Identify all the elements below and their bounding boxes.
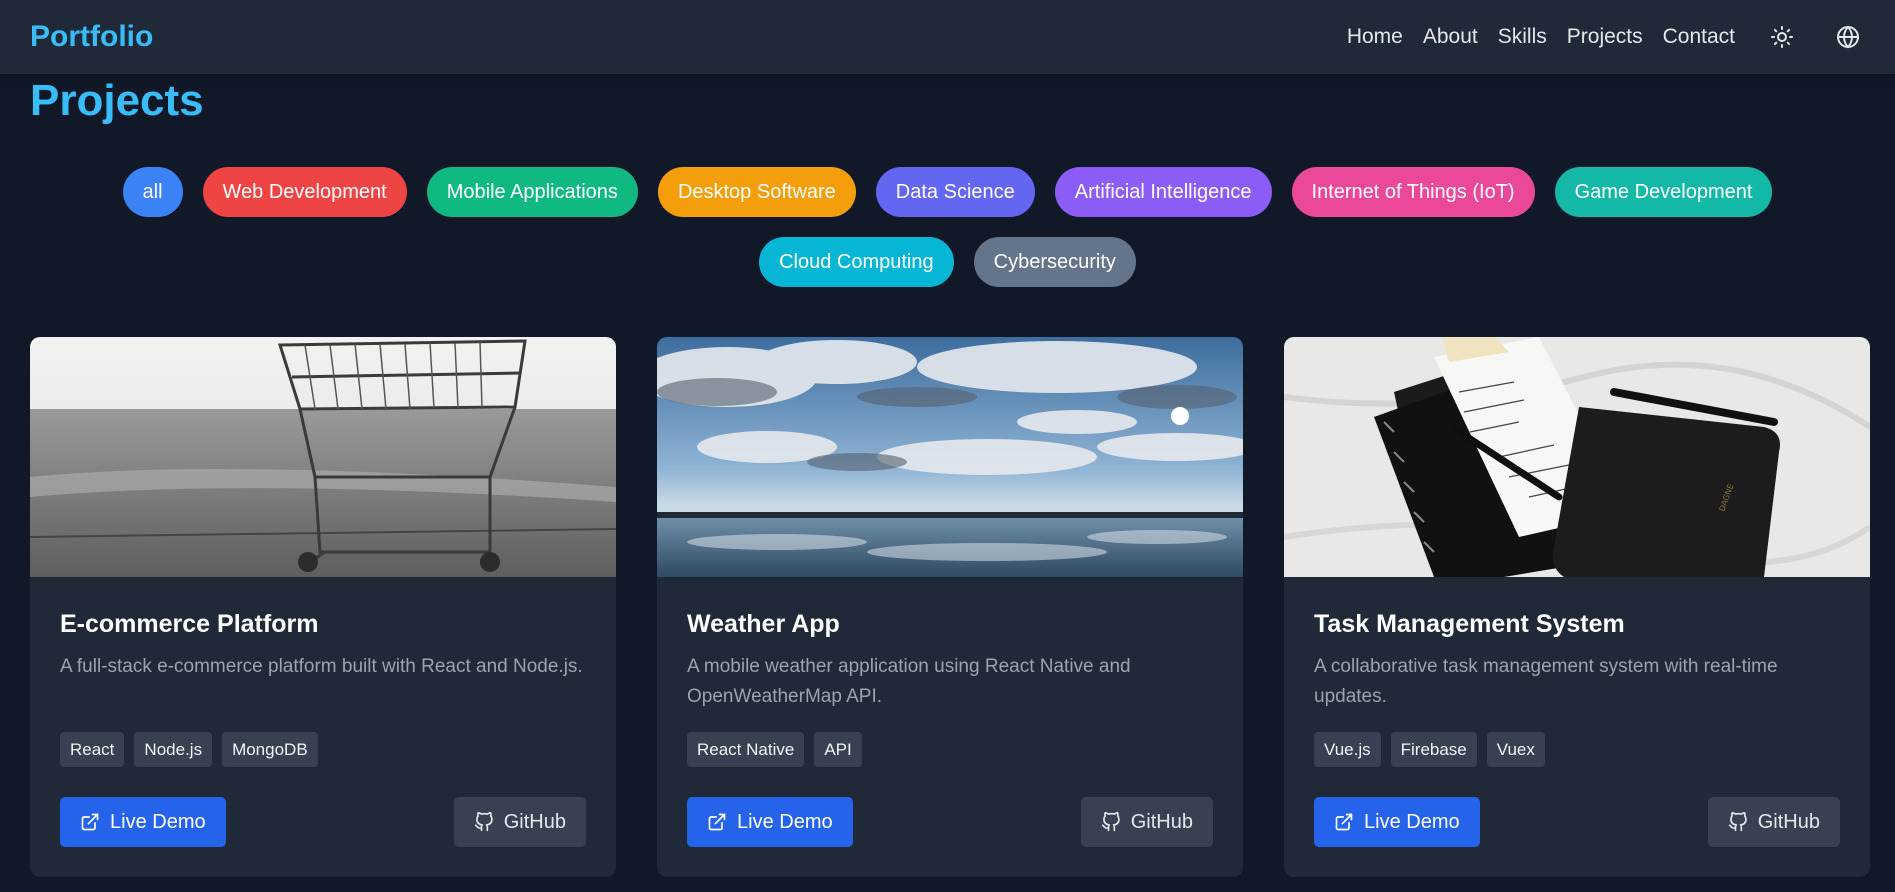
project-card: DAGNE Task Management System A collabora… [1284, 337, 1870, 877]
card-actions: Live Demo GitHub [1314, 797, 1840, 847]
filter-cloud-computing[interactable]: Cloud Computing [759, 237, 954, 287]
filter-cybersecurity[interactable]: Cybersecurity [973, 237, 1136, 287]
card-body: Task Management System A collaborative t… [1284, 577, 1870, 767]
tech-tags: Vue.js Firebase Vuex [1314, 732, 1840, 767]
github-icon [1101, 812, 1120, 832]
filter-data-science[interactable]: Data Science [875, 167, 1035, 217]
github-icon [474, 812, 493, 832]
category-filters: all Web Development Mobile Applications … [60, 167, 1835, 287]
live-demo-button[interactable]: Live Demo [60, 797, 226, 847]
tech-tag: Vue.js [1314, 732, 1381, 767]
tech-tag: Node.js [134, 732, 213, 767]
filter-mobile-applications[interactable]: Mobile Applications [426, 167, 638, 217]
nav-link-projects[interactable]: Projects [1567, 25, 1643, 49]
project-image-shopping-cart [30, 337, 616, 577]
project-title: E-commerce Platform [60, 610, 319, 638]
filter-all[interactable]: all [122, 167, 183, 217]
live-demo-label: Live Demo [1364, 810, 1460, 833]
card-body: E-commerce Platform A full-stack e-comme… [30, 577, 616, 767]
github-label: GitHub [503, 810, 566, 833]
filter-iot[interactable]: Internet of Things (IoT) [1291, 167, 1535, 217]
nav-link-home[interactable]: Home [1347, 25, 1403, 49]
tech-tag: Vuex [1486, 732, 1545, 767]
github-label: GitHub [1130, 810, 1193, 833]
project-title: Weather App [687, 610, 840, 638]
tech-tags: React Native API [687, 732, 1213, 767]
card-actions: Live Demo GitHub [687, 797, 1213, 847]
project-title: Task Management System [1314, 610, 1625, 638]
tech-tag: MongoDB [222, 732, 318, 767]
tech-tag: API [814, 732, 862, 767]
sun-icon [1771, 26, 1793, 48]
filter-game-development[interactable]: Game Development [1554, 167, 1773, 217]
section-title: Projects [30, 76, 204, 125]
nav-right: Home About Skills Projects Contact [1347, 20, 1865, 54]
project-image-notebooks: DAGNE [1284, 337, 1870, 577]
live-demo-button[interactable]: Live Demo [1314, 797, 1480, 847]
project-card: E-commerce Platform A full-stack e-comme… [30, 337, 616, 877]
card-actions: Live Demo GitHub [60, 797, 586, 847]
theme-toggle-button[interactable] [1765, 20, 1799, 54]
tech-tag: Firebase [1390, 732, 1477, 767]
external-link-icon [81, 813, 99, 831]
nav-link-about[interactable]: About [1423, 25, 1478, 49]
project-description: A collaborative task management system w… [1314, 656, 1778, 707]
github-button[interactable]: GitHub [1080, 797, 1213, 847]
github-icon [1728, 812, 1747, 832]
external-link-icon [708, 813, 726, 831]
tech-tag: React [60, 732, 125, 767]
filter-desktop-software[interactable]: Desktop Software [657, 167, 856, 217]
tech-tags: React Node.js MongoDB [60, 732, 586, 767]
project-description: A mobile weather application using React… [687, 656, 1131, 707]
tech-tag: React Native [687, 732, 805, 767]
filter-artificial-intelligence[interactable]: Artificial Intelligence [1054, 167, 1272, 217]
filter-web-development[interactable]: Web Development [202, 167, 407, 217]
live-demo-button[interactable]: Live Demo [687, 797, 853, 847]
globe-icon [1837, 25, 1859, 49]
external-link-icon [1335, 813, 1353, 831]
github-button[interactable]: GitHub [453, 797, 586, 847]
github-button[interactable]: GitHub [1707, 797, 1840, 847]
language-button[interactable] [1831, 20, 1865, 54]
project-description: A full-stack e-commerce platform built w… [60, 656, 583, 677]
top-navbar: Portfolio Home About Skills Projects Con… [0, 0, 1895, 74]
live-demo-label: Live Demo [737, 810, 833, 833]
card-body: Weather App A mobile weather application… [657, 577, 1243, 767]
nav-link-skills[interactable]: Skills [1498, 25, 1547, 49]
live-demo-label: Live Demo [110, 810, 206, 833]
project-card: Weather App A mobile weather application… [657, 337, 1243, 877]
github-label: GitHub [1757, 810, 1820, 833]
project-image-cloudy-lake [657, 337, 1243, 577]
projects-grid: E-commerce Platform A full-stack e-comme… [30, 337, 1870, 877]
site-logo[interactable]: Portfolio [30, 20, 153, 54]
nav-link-contact[interactable]: Contact [1663, 25, 1735, 49]
